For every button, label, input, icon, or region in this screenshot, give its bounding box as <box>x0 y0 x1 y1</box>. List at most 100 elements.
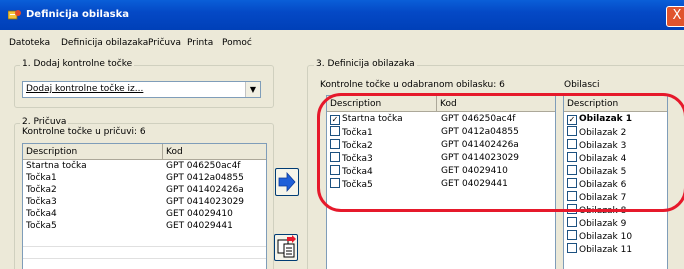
window-title: Definicija obilaska <box>26 9 130 20</box>
obilazak-label: Obilazak 1 <box>579 114 633 124</box>
row-kod: GPT 041402426a <box>441 140 519 150</box>
empty-row <box>23 247 266 259</box>
list-item[interactable]: Obilazak 3 <box>564 139 667 151</box>
checkbox-icon[interactable] <box>330 165 340 175</box>
column-description[interactable]: Description <box>23 144 163 160</box>
row-description: Točka3 <box>342 154 373 164</box>
table-row[interactable]: Točka2 GPT 041402426a <box>23 184 266 196</box>
checkbox-icon[interactable]: ✓ <box>330 115 340 125</box>
checkbox-icon[interactable] <box>567 178 577 188</box>
menu-printa[interactable]: Printa <box>187 38 213 48</box>
row-description: Točka5 <box>342 180 373 190</box>
row-description: Točka4 <box>342 167 373 177</box>
obilazak-label: Obilazak 11 <box>579 245 633 255</box>
list-item[interactable]: Obilazak 9 <box>564 217 667 229</box>
table-row[interactable]: Točka3 GPT 0414023029 <box>23 196 266 208</box>
obilazak-label: Obilazak 7 <box>579 193 627 203</box>
copy-button[interactable] <box>274 234 298 261</box>
list-item[interactable]: Obilazak 10 <box>564 230 667 242</box>
row-kod: GET 04029410 <box>166 209 233 219</box>
section1-title: 1. Dodaj kontrolne točke <box>20 59 135 69</box>
row-kod: GPT 0414023029 <box>166 197 245 207</box>
obilazak-label: Obilazak 3 <box>579 141 627 151</box>
checkbox-icon[interactable] <box>567 191 577 201</box>
table-row[interactable]: Točka4 GET 04029410 <box>327 165 555 177</box>
menu-definicija-obilazaka[interactable]: Definicija obilazaka <box>61 38 148 48</box>
obilazak-label: Obilazak 2 <box>579 128 627 138</box>
row-kod: GPT 0412a04855 <box>441 127 519 137</box>
section3-title: 3. Definicija obilazaka <box>314 59 417 69</box>
checkbox-icon[interactable] <box>567 165 577 175</box>
obilasci-list[interactable]: Description ✓ Obilazak 1 Obilazak 2 Obila… <box>563 95 668 269</box>
row-description: Točka2 <box>26 185 57 195</box>
dropdown-arrow-icon[interactable]: ▼ <box>245 82 260 97</box>
move-right-arrow-icon <box>278 171 296 193</box>
row-description: Točka1 <box>26 173 57 183</box>
menu-datoteka[interactable]: Datoteka <box>9 38 50 48</box>
reserve-count-label: Kontrolne točke u pričuvi: 6 <box>22 127 146 137</box>
list-item[interactable]: Obilazak 7 <box>564 191 667 203</box>
table-row[interactable]: Startna točka GPT 046250ac4f <box>23 160 266 172</box>
checkbox-icon[interactable] <box>567 204 577 214</box>
table-row[interactable]: Točka1 GPT 0412a04855 <box>23 172 266 184</box>
reserve-table[interactable]: Description Kod Startna točka GPT 046250… <box>22 143 267 269</box>
menu-pricuva[interactable]: Pričuva <box>148 38 181 48</box>
checkbox-icon[interactable] <box>330 126 340 136</box>
menu-bar: Datoteka Definicija obilazaka Pričuva Pr… <box>0 30 684 48</box>
checkbox-icon[interactable] <box>567 139 577 149</box>
row-description: Točka2 <box>342 141 373 151</box>
column-kod[interactable]: Kod <box>437 96 555 112</box>
checkbox-icon[interactable] <box>567 230 577 240</box>
checkbox-icon[interactable] <box>567 217 577 227</box>
close-icon: X <box>672 8 682 23</box>
list-item[interactable]: Obilazak 4 <box>564 152 667 164</box>
obilazak-label: Obilazak 5 <box>579 167 627 177</box>
checkbox-icon[interactable] <box>567 152 577 162</box>
row-description: Startna točka <box>342 114 403 124</box>
table-row[interactable]: Točka5 GET 04029441 <box>327 178 555 190</box>
obilazak-label: Obilazak 8 <box>579 206 627 216</box>
route-count-label: Kontrolne točke u odabranom obilasku: 6 <box>320 80 505 90</box>
copy-document-icon <box>277 235 296 258</box>
row-kod: GET 04029441 <box>441 179 508 189</box>
row-kod: GET 04029410 <box>441 166 508 176</box>
checkbox-icon[interactable] <box>567 243 577 253</box>
row-description: Točka3 <box>26 197 57 207</box>
add-checkpoints-combo[interactable]: Dodaj kontrolne točke iz... ▼ <box>22 81 261 98</box>
close-button[interactable]: X <box>666 6 684 27</box>
table-row[interactable]: Točka1 GPT 0412a04855 <box>327 126 555 138</box>
obilazak-label: Obilazak 10 <box>579 232 633 242</box>
checkbox-icon[interactable] <box>330 139 340 149</box>
column-obilasci-description[interactable]: Description <box>564 96 667 112</box>
row-description: Startna točka <box>26 161 87 171</box>
table-row[interactable]: Točka2 GPT 041402426a <box>327 139 555 151</box>
checkbox-icon[interactable]: ✓ <box>567 115 577 125</box>
list-item[interactable]: Obilazak 5 <box>564 165 667 177</box>
column-kod[interactable]: Kod <box>163 144 266 160</box>
list-item[interactable]: Obilazak 6 <box>564 178 667 190</box>
empty-row <box>23 259 266 269</box>
checkbox-icon[interactable] <box>330 178 340 188</box>
app-icon <box>8 10 21 20</box>
checkbox-icon[interactable] <box>567 126 577 136</box>
route-checkpoints-table[interactable]: Description Kod ✓ Startna točka GPT 04625… <box>326 95 556 269</box>
row-kod: GPT 046250ac4f <box>441 114 516 124</box>
table-row[interactable]: Točka5 GET 04029441 <box>23 220 266 232</box>
menu-pomoc[interactable]: Pomoć <box>222 38 252 48</box>
table-row[interactable]: ✓ Startna točka GPT 046250ac4f <box>327 113 555 125</box>
row-kod: GPT 0412a04855 <box>166 173 244 183</box>
list-item[interactable]: ✓ Obilazak 1 <box>564 113 667 125</box>
table-row[interactable]: Točka4 GET 04029410 <box>23 208 266 220</box>
list-item[interactable]: Obilazak 11 <box>564 243 667 255</box>
move-right-button[interactable] <box>275 168 299 196</box>
checkbox-icon[interactable] <box>330 152 340 162</box>
empty-row <box>23 235 266 247</box>
section2-title: 2. Pričuva <box>20 117 69 127</box>
table-row[interactable]: Točka3 GPT 0414023029 <box>327 152 555 164</box>
list-item[interactable]: Obilazak 8 <box>564 204 667 216</box>
row-description: Točka4 <box>26 209 57 219</box>
obilazak-label: Obilazak 6 <box>579 180 627 190</box>
column-description[interactable]: Description <box>327 96 437 112</box>
list-item[interactable]: Obilazak 2 <box>564 126 667 138</box>
combo-value: Dodaj kontrolne točke iz... <box>26 84 144 94</box>
